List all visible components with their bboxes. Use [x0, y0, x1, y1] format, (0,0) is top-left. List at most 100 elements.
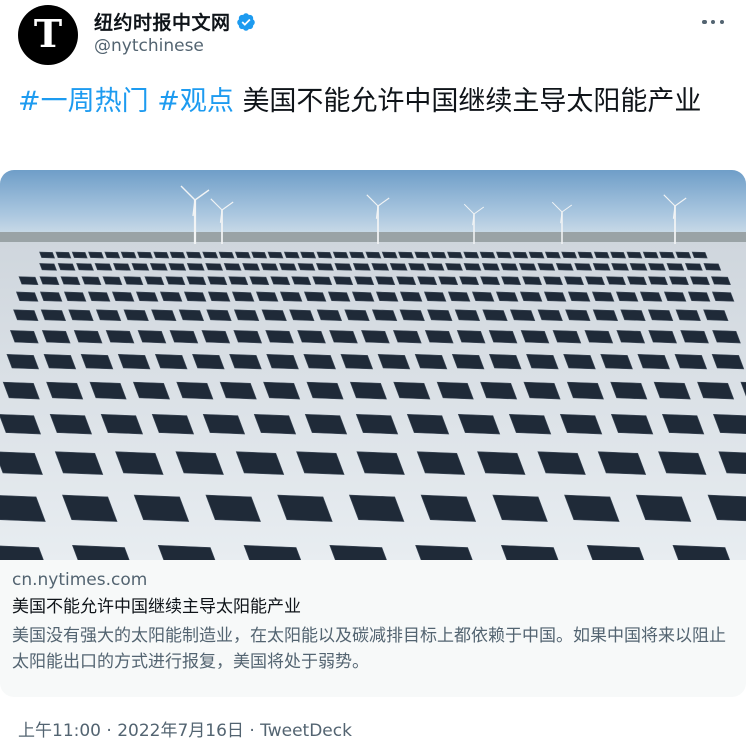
solar-panel — [392, 330, 422, 344]
solar-panel — [648, 263, 666, 271]
solar-panel — [132, 381, 170, 400]
solar-panel — [408, 263, 426, 271]
solar-panel — [149, 263, 168, 271]
solar-panel — [312, 276, 333, 286]
card-meta[interactable]: cn.nytimes.com 美国不能允许中国继续主导太阳能产业 美国没有强大的… — [0, 560, 746, 697]
solar-farm-photo — [0, 170, 746, 560]
solar-panel — [279, 263, 297, 271]
solar-panel — [610, 251, 627, 259]
solar-panel — [375, 291, 399, 302]
solar-panel — [480, 276, 501, 286]
link-card[interactable]: cn.nytimes.com 美国不能允许中国继续主导太阳能产业 美国没有强大的… — [0, 170, 746, 697]
solar-panel — [642, 251, 659, 259]
solar-panel — [479, 251, 496, 259]
solar-panel — [522, 276, 543, 286]
solar-panel — [329, 330, 358, 344]
solar-panel — [574, 263, 593, 271]
solar-panel — [223, 263, 242, 271]
solar-panel — [95, 309, 122, 321]
solar-panel — [2, 381, 40, 400]
solar-panel — [297, 330, 326, 344]
solar-panel — [426, 263, 445, 271]
solar-panel — [423, 291, 447, 302]
solar-panel — [113, 263, 131, 271]
more-options-icon[interactable] — [702, 12, 724, 32]
solar-panel — [459, 276, 480, 286]
solar-panel — [703, 309, 729, 321]
tweet-text: #一周热门 #观点 美国不能允许中国继续主导太阳能产业 — [18, 84, 726, 120]
tweet-source[interactable]: TweetDeck — [260, 721, 352, 741]
solar-panel — [675, 251, 692, 259]
solar-panel — [265, 330, 294, 344]
solar-panel — [577, 251, 594, 259]
solar-panel — [365, 251, 382, 259]
solar-panel — [457, 414, 501, 435]
solar-panel — [131, 263, 150, 271]
solar-panel — [151, 309, 177, 321]
solar-panel — [242, 263, 260, 271]
solar-panel — [616, 330, 646, 344]
solar-panel — [233, 330, 263, 344]
solar-panel — [39, 291, 63, 302]
solar-panel — [297, 263, 316, 271]
solar-panel — [39, 251, 56, 259]
tweet-time[interactable]: 上午11:00 — [18, 721, 101, 741]
solar-panel — [168, 263, 187, 271]
solar-panel — [46, 381, 84, 400]
solar-panel — [133, 494, 190, 522]
solar-panel — [123, 276, 144, 286]
solar-panel — [270, 276, 291, 286]
solar-panel — [315, 263, 334, 271]
solar-panel — [300, 251, 317, 259]
solar-panel — [451, 354, 485, 370]
card-image[interactable] — [0, 170, 746, 560]
solar-panel — [202, 251, 219, 259]
solar-panel — [54, 451, 104, 475]
solar-panel — [207, 276, 228, 286]
author-name-row[interactable]: 纽约时报中文网 — [94, 8, 256, 35]
solar-panel — [279, 291, 303, 302]
solar-panel — [351, 291, 375, 302]
solar-panel — [597, 451, 647, 475]
solar-panel — [371, 263, 390, 271]
separator: · — [101, 721, 118, 741]
card-title[interactable]: 美国不能允许中国继续主导太阳能产业 — [12, 595, 734, 619]
solar-panel — [508, 414, 552, 435]
avatar[interactable]: T — [18, 5, 78, 65]
solar-panel — [39, 263, 57, 271]
solar-panel — [183, 291, 207, 302]
solar-panel — [41, 330, 71, 344]
solar-panel — [661, 414, 705, 435]
solar-panel — [229, 354, 262, 370]
solar-panel — [260, 263, 279, 271]
solar-panel — [477, 451, 526, 475]
solar-panel — [57, 263, 76, 271]
dot — [710, 19, 716, 25]
solar-panel — [438, 276, 459, 286]
solar-panel — [629, 263, 648, 271]
hashtag-link[interactable]: #观点 — [157, 86, 234, 117]
solar-panel — [585, 276, 605, 286]
hashtag-link[interactable]: #一周热门 — [18, 86, 149, 117]
solar-panel — [340, 354, 374, 370]
solar-panel — [306, 381, 344, 400]
solar-panel — [663, 291, 687, 302]
handle[interactable]: @nytchinese — [94, 36, 204, 56]
solar-panel — [277, 494, 333, 522]
solar-panel — [154, 354, 188, 370]
solar-panel — [509, 309, 536, 321]
solar-panel — [334, 263, 353, 271]
solar-panel — [689, 276, 710, 286]
solar-panel — [637, 354, 671, 370]
tweet-date[interactable]: 2022年7月16日 — [117, 721, 244, 741]
solar-panel — [659, 251, 675, 259]
solar-panel — [253, 414, 297, 435]
solar-panel — [537, 309, 563, 321]
solar-panel — [233, 309, 260, 321]
solar-panel — [13, 309, 39, 321]
solar-panel — [169, 330, 199, 344]
solar-panel — [703, 263, 722, 271]
solar-panel — [488, 354, 522, 370]
solar-panel — [60, 276, 81, 286]
display-name[interactable]: 纽约时报中文网 — [94, 8, 231, 35]
